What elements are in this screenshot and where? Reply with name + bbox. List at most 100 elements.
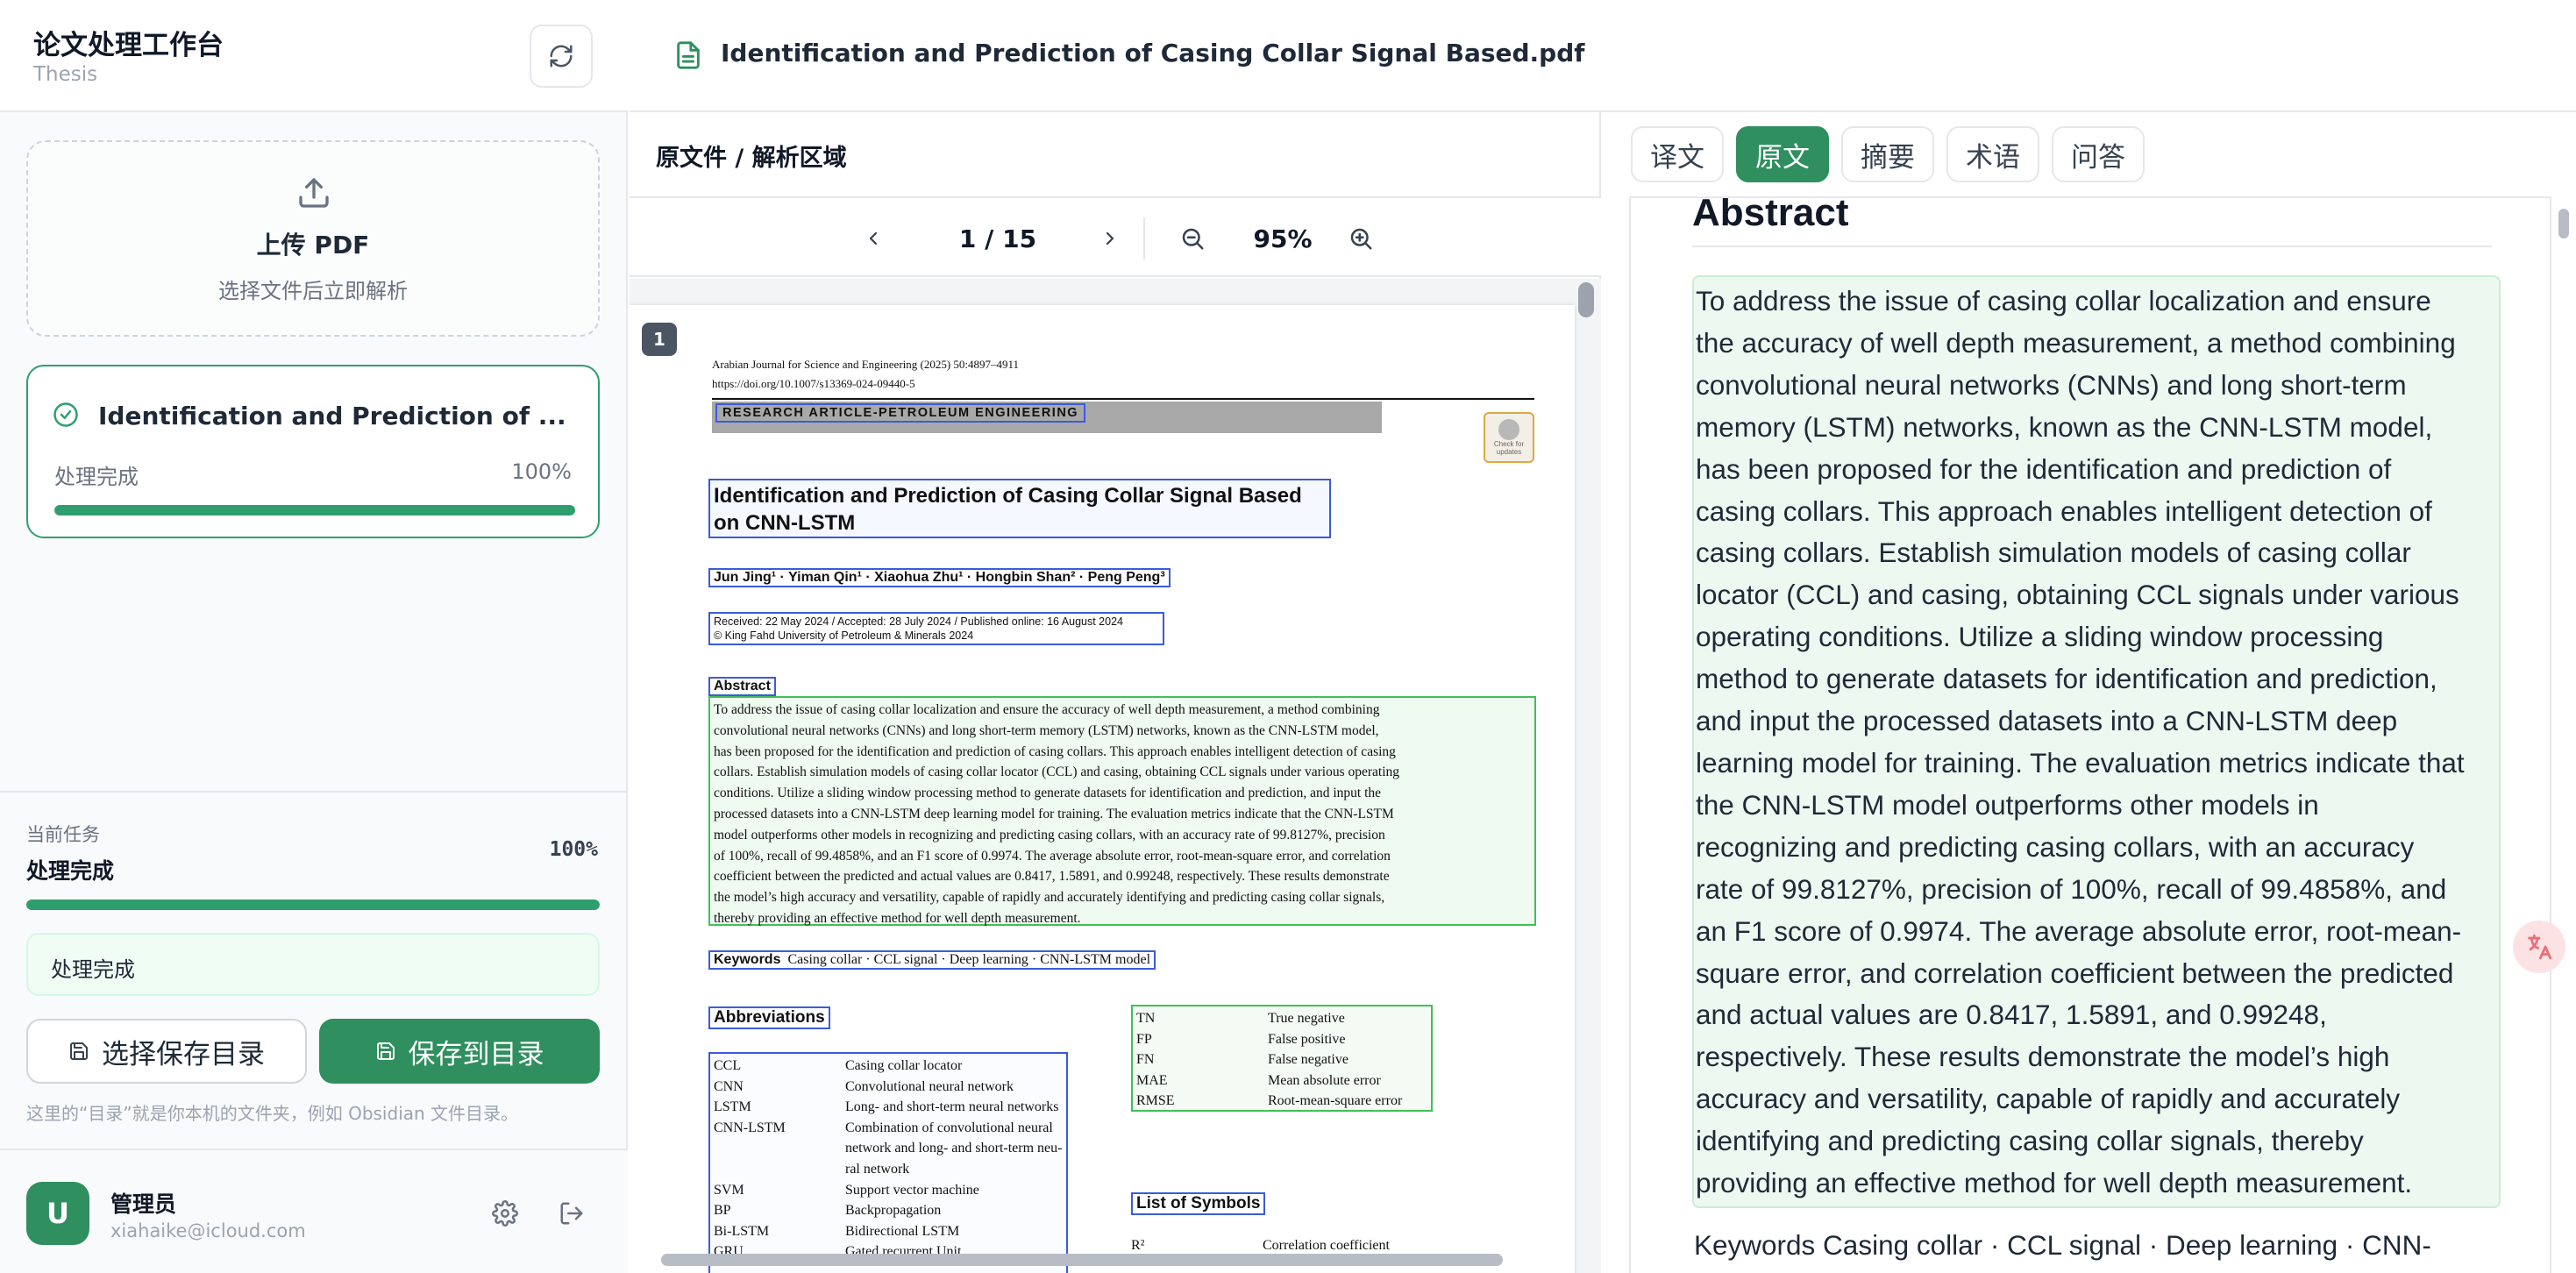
abstract-line: To address the issue of casing collar lo… <box>1696 285 2431 316</box>
copyright-line: © King Fahd University of Petroleum & Mi… <box>714 629 974 642</box>
directory-hint: 这里的“目录”就是你本机的文件夹，例如 Obsidian 文件目录。 <box>26 1103 519 1124</box>
pdf-vertical-scrollbar[interactable] <box>1578 282 1594 317</box>
abstract-line: memory (LSTM) networks, known as the CNN… <box>1696 410 2433 443</box>
refresh-icon <box>550 45 573 68</box>
pdf-abstract-line: To address the issue of casing collar lo… <box>714 702 1380 717</box>
page-indicator: 1 / 15 <box>958 224 1037 253</box>
abstract-line: square error, and correlation coefficien… <box>1696 957 2454 989</box>
abbr-term: CNN <box>714 1078 744 1094</box>
paper-dates: Received: 22 May 2024 / Accepted: 28 Jul… <box>708 612 1164 645</box>
abstract-line: operating conditions. Utilize a sliding … <box>1696 621 2384 653</box>
document-title: Identification and Prediction of Casing … <box>721 39 1585 68</box>
settings-button[interactable] <box>482 1191 528 1236</box>
task-progress-bar <box>26 900 600 910</box>
reader-content[interactable]: Abstract To address the issue of casing … <box>1629 196 2551 1273</box>
chevron-right-icon <box>1106 231 1114 245</box>
header-rule <box>712 398 1534 400</box>
keywords-label: Keywords <box>714 952 781 967</box>
paper-abstract: To address the issue of casing collar lo… <box>708 696 1536 926</box>
toolbar-separator <box>1143 217 1145 260</box>
abbr-definition: Convolutional neural network <box>845 1078 1014 1094</box>
abstract-line: the CNN-LSTM model outperforms other mod… <box>1696 788 2319 821</box>
abbr-definition: False positive <box>1268 1031 1346 1047</box>
avatar[interactable]: U <box>26 1182 89 1245</box>
task-percent: 100% <box>549 838 598 861</box>
category-label: RESEARCH ARTICLE-PETROLEUM ENGINEERING <box>715 403 1086 423</box>
abstract-line: and input the processed datasets into a … <box>1696 705 2398 737</box>
logout-button[interactable] <box>549 1191 594 1236</box>
abbr-term: BP <box>714 1203 731 1219</box>
tab-摘要[interactable]: 摘要 <box>1841 126 1934 182</box>
pdf-abstract-line: coefficient between the predicted and ac… <box>714 869 1390 885</box>
save-to-directory-label: 保存到目录 <box>408 1038 544 1070</box>
abstract-block: To address the issue of casing collar lo… <box>1692 275 2501 1208</box>
abbr-definition: Casing collar locator <box>845 1058 963 1073</box>
translate-button[interactable] <box>2513 921 2565 973</box>
paper-authors: Jun Jing¹ · Yiman Qin¹ · Xiaohua Zhu¹ · … <box>708 568 1171 587</box>
chevron-left-icon <box>869 231 878 245</box>
abbreviation-row: MAE Mean absolute error <box>1136 1070 1427 1092</box>
prev-page-button[interactable] <box>854 219 893 258</box>
zoom-out-button[interactable] <box>1173 219 1212 258</box>
pdf-abstract-line: of 100%, recall of 99.4858%, and an F1 s… <box>714 848 1391 864</box>
next-page-button[interactable] <box>1091 219 1129 258</box>
abstract-line: has been proposed for the identification… <box>1696 452 2392 485</box>
symbols-table: R² Correlation coefficient <box>1131 1238 1482 1254</box>
app-title: 论文处理工作台 <box>33 30 224 61</box>
check-for-updates-badge[interactable]: Check for updates <box>1484 412 1534 463</box>
file-card[interactable]: Identification and Prediction of ... 处理完… <box>26 365 600 538</box>
sidebar: 论文处理工作台 Thesis 上传 PDF 选择文件后立即解析 Identifi… <box>0 0 628 1273</box>
abbreviation-row: CNN Convolutional neural network <box>714 1077 1063 1098</box>
app-subtitle: Thesis <box>33 63 98 86</box>
abstract-line: learning model for training. The evaluat… <box>1696 746 2465 779</box>
abbr-definition: ral network <box>845 1161 910 1177</box>
abbr-definition: Bidirectional LSTM <box>845 1223 960 1239</box>
document-header: Identification and Prediction of Casing … <box>630 0 2576 112</box>
keywords-text: Casing collar · CCL signal · Deep learni… <box>787 952 1151 967</box>
save-icon <box>376 1042 395 1060</box>
pdf-canvas[interactable]: 1 Arabian Journal for Science and Engine… <box>630 279 1601 1273</box>
task-message: 处理完成 <box>26 933 600 996</box>
symbols-label: List of Symbols <box>1131 1192 1266 1215</box>
zoom-in-button[interactable] <box>1341 219 1380 258</box>
journal-line: Arabian Journal for Science and Engineer… <box>712 358 1020 371</box>
refresh-button[interactable] <box>530 25 593 88</box>
abstract-line: convolutional neural networks (CNNs) and… <box>1696 368 2407 401</box>
paper-keywords: Keywords Casing collar · CCL signal · De… <box>708 950 1156 970</box>
abbreviation-row: SVM Support vector machine <box>714 1180 1063 1201</box>
abbr-definition: Correlation coefficient <box>1263 1238 1390 1253</box>
save-to-directory-button[interactable]: 保存到目录 <box>319 1019 600 1084</box>
abbr-term: SVM <box>714 1182 744 1198</box>
abbreviation-row: LSTM Long- and short-term neural networks <box>714 1097 1063 1118</box>
abbreviation-row: FP False positive <box>1136 1029 1427 1050</box>
abstract-line: method to generate datasets for identifi… <box>1696 663 2437 695</box>
abbr-term: CCL <box>714 1058 742 1073</box>
choose-directory-button[interactable]: 选择保存目录 <box>26 1019 307 1084</box>
save-icon <box>70 1042 88 1060</box>
pdf-horizontal-scrollbar[interactable] <box>661 1254 1503 1266</box>
symbol-row: R² Correlation coefficient <box>1131 1238 1482 1254</box>
task-label: 当前任务 <box>26 824 100 845</box>
abstract-line: rate of 99.8127%, precision of 100%, rec… <box>1696 872 2447 905</box>
tab-术语[interactable]: 术语 <box>1946 126 2039 182</box>
tab-原文[interactable]: 原文 <box>1736 126 1829 182</box>
divider <box>0 791 628 793</box>
abbreviations-table-right: TN True negative FP False positive FN False n… <box>1131 1005 1433 1112</box>
pdf-toolbar: 1 / 15 95% <box>630 196 1601 277</box>
doi-line: https://doi.org/10.1007/s13369-024-09440… <box>712 377 915 390</box>
task-value: 处理完成 <box>26 858 115 884</box>
upload-subtitle: 选择文件后立即解析 <box>218 279 408 303</box>
pdf-abstract-line: has been proposed for the identification… <box>714 743 1396 759</box>
file-progress-fill <box>54 505 575 516</box>
abbr-term: TN <box>1136 1011 1156 1026</box>
reader-scrollbar[interactable] <box>2558 209 2569 238</box>
tab-译文[interactable]: 译文 <box>1631 126 1724 182</box>
tab-问答[interactable]: 问答 <box>2052 126 2145 182</box>
abbr-term: CNN-LSTM <box>714 1120 786 1135</box>
abbr-term <box>714 1159 845 1180</box>
abstract-line: providing an effective method for well d… <box>1696 1167 2413 1199</box>
upload-dropzone[interactable]: 上传 PDF 选择文件后立即解析 <box>26 140 600 337</box>
abbreviation-row: ral network <box>714 1159 1063 1180</box>
translate-icon <box>2528 934 2552 960</box>
file-text-icon <box>677 41 700 69</box>
